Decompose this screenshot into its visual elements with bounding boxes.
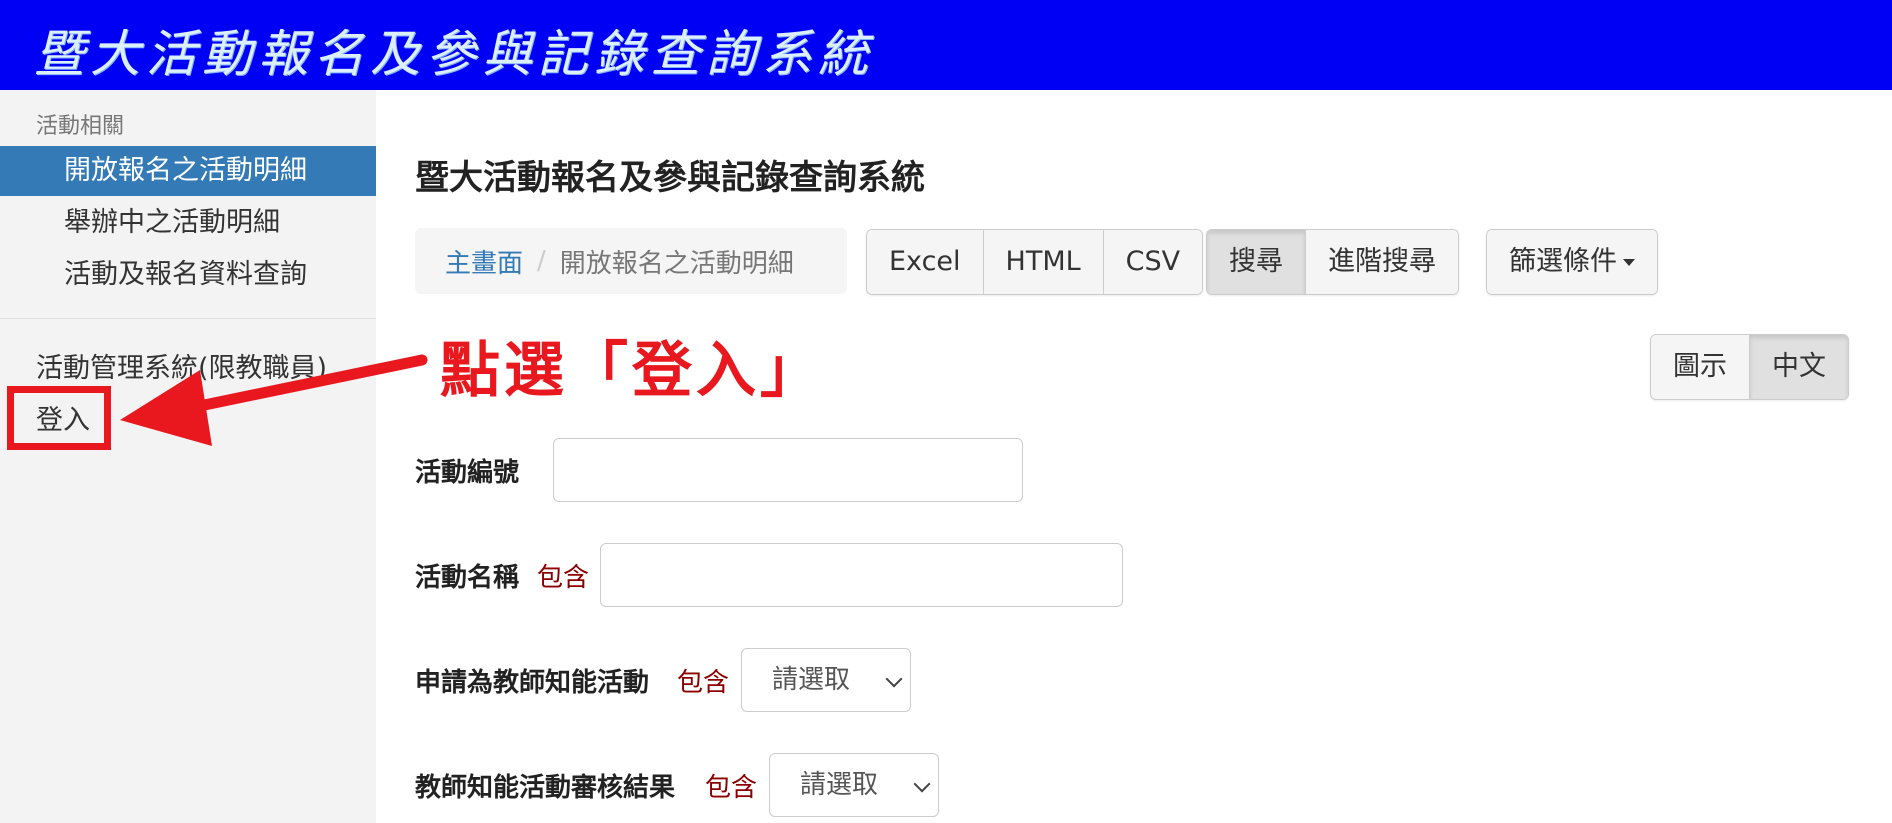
activity-name-contains: 包含: [537, 563, 590, 593]
filter-conditions-button[interactable]: 篩選條件: [1487, 230, 1657, 294]
teacher-activity-application-contains: 包含: [677, 668, 730, 698]
annotation-text: 點選「登入」: [440, 336, 824, 406]
filter-conditions-label: 篩選條件: [1509, 246, 1617, 277]
annotation-arrow-icon: [120, 354, 428, 446]
advanced-search-button[interactable]: 進階搜尋: [1306, 230, 1458, 294]
export-excel-button[interactable]: Excel: [867, 230, 984, 294]
activity-name-label: 活動名稱: [415, 563, 520, 593]
search-button[interactable]: 搜尋: [1207, 230, 1306, 294]
activity-name-input[interactable]: [600, 543, 1123, 607]
breadcrumb: 主畫面 / 開放報名之活動明細: [415, 228, 847, 294]
activity-id-input[interactable]: [553, 438, 1023, 502]
export-csv-button[interactable]: CSV: [1103, 230, 1203, 294]
teacher-activity-application-label: 申請為教師知能活動: [415, 668, 650, 698]
teacher-activity-review-select[interactable]: 請選取: [769, 753, 939, 817]
teacher-activity-review-value: 請選取: [800, 770, 879, 800]
chinese-view-button[interactable]: 中文: [1750, 335, 1848, 399]
breadcrumb-home-link[interactable]: 主畫面: [445, 243, 523, 280]
chevron-down-icon: [913, 775, 931, 793]
teacher-activity-review-contains: 包含: [705, 773, 758, 803]
teacher-activity-application-value: 請選取: [772, 665, 851, 695]
chevron-down-icon: [885, 670, 903, 688]
activity-id-label: 活動編號: [415, 458, 520, 488]
page-title: 暨大活動報名及參與記錄查詢系統: [415, 158, 925, 198]
export-button-group: Excel HTML CSV: [866, 229, 1204, 295]
teacher-activity-application-select[interactable]: 請選取: [741, 648, 911, 712]
view-toggle-group: 圖示 中文: [1650, 334, 1849, 400]
search-button-group: 搜尋 進階搜尋: [1206, 229, 1459, 295]
breadcrumb-current: 開放報名之活動明細: [559, 248, 794, 279]
teacher-activity-review-label: 教師知能活動審核結果: [415, 773, 676, 803]
chart-view-button[interactable]: 圖示: [1651, 335, 1750, 399]
caret-down-icon: [1623, 259, 1635, 266]
export-html-button[interactable]: HTML: [983, 230, 1104, 294]
filter-button-group: 篩選條件: [1486, 229, 1658, 295]
breadcrumb-separator: /: [537, 246, 546, 276]
